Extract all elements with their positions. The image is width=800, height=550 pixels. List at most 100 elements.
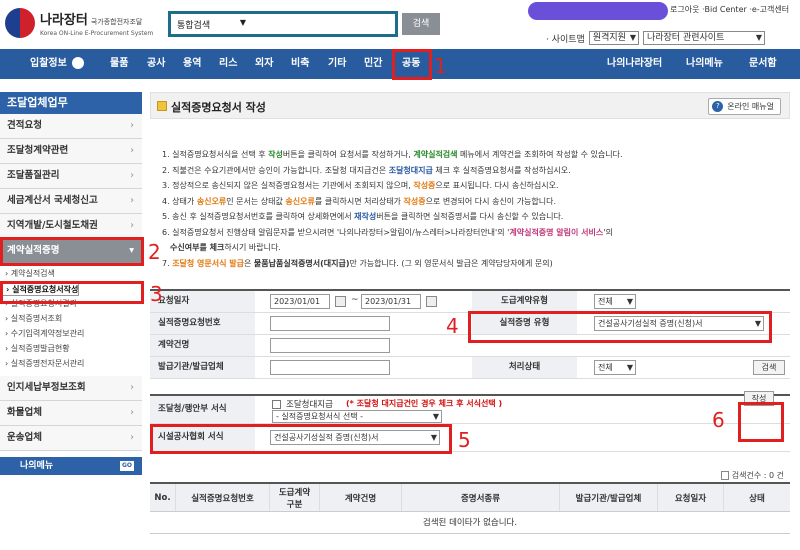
memo-icon (157, 101, 167, 111)
request-no-label: 실적증명요청번호 (150, 313, 255, 334)
sidebar-item-pps-contract[interactable]: 조달청계약관련 › (0, 139, 142, 164)
nav-stockpile[interactable]: 비축 (291, 49, 309, 79)
chevron-down-icon: ▼ (239, 18, 246, 27)
nav-etc[interactable]: 기타 (328, 49, 346, 79)
note-6: 6. 실적증명요청서 진행상태 알림문자를 받으시려면 '나의나라장터>알림이/… (162, 227, 613, 237)
sidebar-item-quote[interactable]: 견적요청 › (0, 114, 142, 139)
annotation-number-1: 1 (434, 54, 447, 78)
contract-name-label: 계약건명 (150, 335, 255, 356)
note-1: 1. 실적증명요청서식을 선택 후 작성버튼을 클릭하여 요청서를 작성하거나,… (162, 150, 623, 159)
contract-type-label: 도급계약유형 (472, 291, 577, 312)
contract-type-select[interactable]: 전체 ▼ (594, 294, 636, 309)
chevron-down-icon: ▼ (626, 363, 633, 372)
sidebar-item-freight[interactable]: 화물업체 › (0, 401, 142, 426)
chevron-right-icon: › (130, 195, 134, 206)
help-icon: ? (712, 101, 724, 112)
submenu-cert-edoc[interactable]: › 실적증명전자문서관리 (0, 356, 142, 371)
go-button[interactable]: GO (120, 461, 134, 471)
related-sites-select[interactable]: 나라장터 관련사이트 ▼ (642, 31, 765, 45)
search-button[interactable]: 검색 (402, 13, 440, 35)
chevron-down-icon: ▼ (626, 297, 633, 306)
remote-support-select[interactable]: 원격지원 ▼ (588, 31, 639, 45)
col-cert-type: 증명서종류 (402, 484, 560, 511)
main-content: 실적증명요청서 작성 ? 온라인 매뉴얼 1. 실적증명요청서식을 선택 후 작성… (150, 92, 790, 534)
request-no-input[interactable] (270, 316, 390, 331)
calendar-icon[interactable] (335, 296, 346, 307)
site-logo[interactable]: 나라장터 국가종합전자조달 Korea ON-Line E-Procurement… (5, 8, 153, 38)
pps-note: (* 조달청 대지급건인 경우 체크 후 서식선택 ) (346, 399, 503, 408)
note-3: 3. 정상적으로 송신되지 않은 실적증명요청서는 기관에서 조회되지 않으며,… (162, 181, 559, 190)
nav-foreign[interactable]: 외자 (255, 49, 273, 79)
sidebar-item-quality[interactable]: 조달품질관리 › (0, 164, 142, 189)
col-issuer: 발급기관/발급업체 (560, 484, 658, 511)
date-from-input[interactable]: 2023/01/01 (270, 294, 330, 309)
col-contract-kind: 도급계약 구분 (270, 484, 320, 511)
chevron-right-icon: › (130, 432, 134, 443)
pps-form-select[interactable]: - 실적증명요청서식 선택 - ▼ (272, 410, 442, 423)
logo-en: Korea ON-Line E-Procurement System (40, 30, 154, 37)
sidebar-heading: 조달업체업무 (0, 92, 142, 114)
annotation-box-6 (738, 402, 784, 442)
col-status: 상태 (749, 493, 765, 504)
annotation-box-1 (392, 49, 432, 80)
nav-lease[interactable]: 리스 (219, 49, 237, 79)
chevron-right-icon: › (130, 382, 134, 393)
annotation-box-5 (150, 424, 452, 454)
taegeuk-logo-icon (5, 8, 35, 38)
pps-checkbox[interactable] (272, 400, 281, 409)
nav-my-nara[interactable]: 나의나라장터 (607, 49, 662, 79)
annotation-box-3 (0, 281, 144, 304)
note-2: 2. 직불건은 수요기관에서만 승인이 가능합니다. 조달청 대지급건은 조달청… (162, 165, 571, 175)
table-header: No. 실적증명요청번호 도급계약 구분 계약건명 증명서종류 발급기관/발급업… (150, 484, 790, 512)
search-scope-select[interactable]: 통합검색 ▼ (174, 16, 248, 32)
nav-service[interactable]: 용역 (183, 49, 201, 79)
util-links[interactable]: 로그아웃 ·Bid Center ·e-고객센터 (670, 4, 789, 15)
annotation-number-2: 2 (148, 240, 161, 264)
annotation-number-5: 5 (458, 428, 471, 452)
page-icon (720, 471, 729, 480)
nav-construction[interactable]: 공사 (147, 49, 165, 79)
submenu-manual-contract[interactable]: › 수기입력계약정보관리 (0, 326, 142, 341)
my-menu-bar[interactable]: 나의메뉴 GO (0, 457, 142, 475)
nav-document-box[interactable]: 문서함 (749, 49, 777, 79)
redacted-user-area (528, 2, 668, 20)
contract-name-input[interactable] (270, 338, 390, 353)
col-request-no: 실적증명요청번호 (176, 484, 270, 511)
sidebar-item-transport[interactable]: 운송업체 › (0, 426, 142, 451)
issuer-input[interactable] (270, 360, 390, 375)
submenu-cert-issue-status[interactable]: › 실적증명발급현황 (0, 341, 142, 356)
annotation-number-6: 6 (712, 408, 725, 432)
col-no: No. (150, 484, 176, 511)
date-to-input[interactable]: 2023/01/31 (361, 294, 421, 309)
search-box[interactable]: 통합검색 ▼ (168, 11, 398, 37)
submenu-contract-search[interactable]: › 계약실적검색 (0, 266, 142, 281)
submenu-cert-view[interactable]: › 실적증명서조회 (0, 311, 142, 326)
request-date-label: 요청일자 (150, 291, 255, 312)
issuer-label: 발급기관/발급업체 (150, 357, 255, 378)
annotation-number-3: 3 (150, 282, 163, 306)
sidebar-item-tax[interactable]: 세금계산서 국세청신고 › (0, 189, 142, 214)
instructions: 1. 실적증명요청서식을 선택 후 작성버튼을 클릭하여 요청서를 작성하거나,… (162, 147, 782, 271)
nav-goods[interactable]: 물품 (110, 49, 128, 79)
sitemap-link[interactable]: · 사이트맵 (546, 32, 585, 45)
page-title-bar: 실적증명요청서 작성 ? 온라인 매뉴얼 (150, 92, 790, 119)
header: 나라장터 국가종합전자조달 Korea ON-Line E-Procurement… (0, 0, 800, 48)
chevron-right-icon: › (130, 145, 134, 156)
nav-my-menu[interactable]: 나의메뉴 (686, 49, 723, 79)
sidebar-item-stamp-tax[interactable]: 인지세납부정보조회 › (0, 376, 142, 401)
col-request-date: 요청일자 (658, 484, 724, 511)
result-count: 검색건수 : 0 건 (720, 470, 784, 481)
note-7: 7. 조달청 영문서식 발급은 물품납품실적증명서(대지급)만 가능합니다. (… (162, 258, 553, 268)
pps-form-label: 조달청/행안부 서식 (150, 396, 255, 423)
sidebar-item-bond[interactable]: 지역개발/도시철도채권 › (0, 214, 142, 239)
logo-main: 나라장터 (40, 13, 88, 28)
nav-private[interactable]: 민간 (364, 49, 382, 79)
status-select[interactable]: 전체 ▼ (594, 360, 636, 375)
form-search-button[interactable]: 검색 (753, 360, 785, 375)
calendar-icon[interactable] (426, 296, 437, 307)
nav-bid-info[interactable]: 입찰정보 (30, 49, 85, 79)
logo-sub: 국가종합전자조달 (90, 18, 143, 26)
page-title: 실적증명요청서 작성 (171, 101, 266, 114)
note-5: 5. 송신 후 실적증명요청서번호를 클릭하여 상세화면에서 재작성버튼을 클릭… (162, 212, 564, 221)
online-manual-button[interactable]: ? 온라인 매뉴얼 (708, 98, 781, 115)
